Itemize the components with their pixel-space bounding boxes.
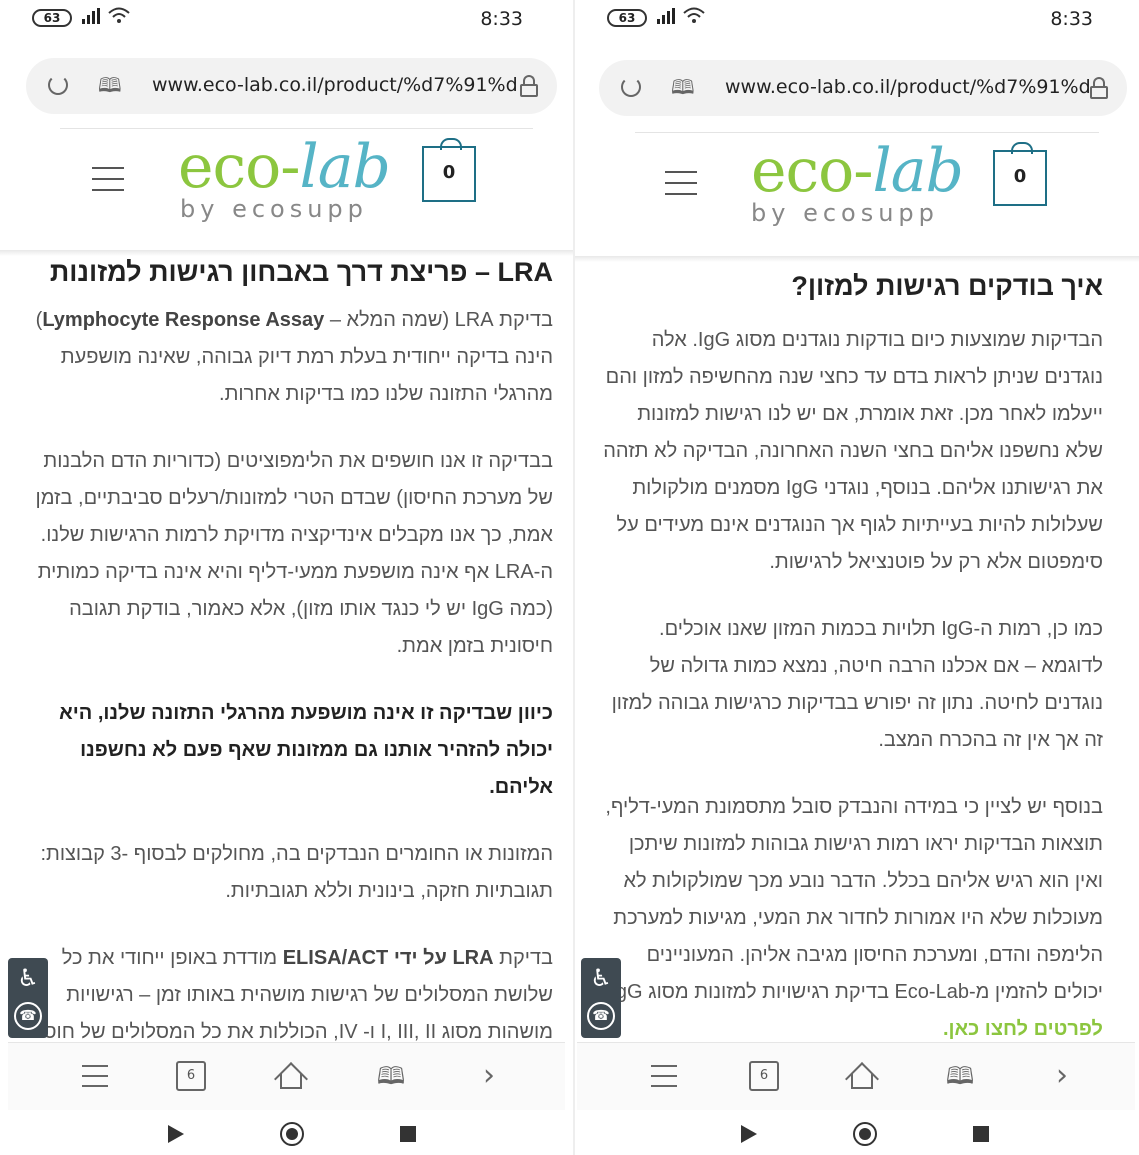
home-icon[interactable] bbox=[845, 1061, 879, 1096]
home-icon[interactable] bbox=[274, 1061, 308, 1096]
whatsapp-icon[interactable]: ☎ bbox=[587, 1002, 615, 1030]
article-heading: LRA – פריצת דרך באבחון רגישות למזונות bbox=[49, 257, 553, 287]
address-bar[interactable]: 🕮 www.eco-lab.co.il/product/%d7%91%d bbox=[599, 60, 1127, 116]
menu-icon[interactable] bbox=[92, 167, 124, 191]
home-button-icon[interactable] bbox=[853, 1122, 877, 1146]
cart-button[interactable]: 0 bbox=[422, 138, 476, 202]
menu-icon[interactable] bbox=[649, 1061, 679, 1091]
signal-icon bbox=[657, 8, 675, 24]
floating-actions: ♿ ☎ bbox=[581, 958, 621, 1038]
bookmarks-icon[interactable]: 🕮 bbox=[376, 1061, 406, 1091]
status-bar: 63 8:33 bbox=[0, 0, 573, 40]
browser-toolbar: 6 🕮 › bbox=[577, 1042, 1135, 1110]
browser-toolbar: 6 🕮 › bbox=[8, 1042, 565, 1110]
reader-mode-icon[interactable]: 🕮 bbox=[98, 75, 122, 95]
site-header: eco-lab by ecosupp 0 bbox=[575, 136, 1139, 254]
bookmarks-icon[interactable]: 🕮 bbox=[945, 1061, 975, 1091]
url-text[interactable]: www.eco-lab.co.il/product/%d7%91%d bbox=[725, 76, 1091, 98]
left-screen: 63 8:33 🕮 www.eco-lab.co.il/product/%d7%… bbox=[0, 0, 573, 1155]
wifi-icon bbox=[683, 7, 705, 23]
right-screen: 63 8:33 🕮 www.eco-lab.co.il/product/%d7%… bbox=[575, 0, 1139, 1155]
clock: 8:33 bbox=[480, 8, 523, 30]
forward-icon[interactable]: › bbox=[1047, 1061, 1077, 1091]
menu-icon[interactable] bbox=[665, 171, 697, 195]
lock-icon[interactable] bbox=[519, 75, 539, 97]
reload-icon[interactable] bbox=[621, 77, 641, 97]
status-bar: 63 8:33 bbox=[575, 0, 1139, 40]
paragraph: כמו כן, רמות ה-IgG תלויות בכמות המזון שא… bbox=[611, 618, 1103, 751]
battery-icon: 63 bbox=[607, 9, 647, 27]
cart-button[interactable]: 0 bbox=[993, 142, 1047, 206]
details-link[interactable]: לפרטים לחצו כאן. bbox=[943, 1018, 1103, 1040]
logo-tagline: by ecosupp bbox=[180, 195, 368, 223]
logo-tagline: by ecosupp bbox=[751, 199, 939, 227]
address-bar[interactable]: 🕮 www.eco-lab.co.il/product/%d7%91%d bbox=[26, 58, 557, 114]
clock: 8:33 bbox=[1050, 8, 1093, 30]
header-shadow bbox=[575, 256, 1139, 262]
home-button-icon[interactable] bbox=[280, 1122, 304, 1146]
divider bbox=[635, 132, 1099, 133]
tabs-button[interactable]: 6 bbox=[176, 1061, 206, 1091]
back-icon[interactable] bbox=[741, 1125, 757, 1143]
url-text[interactable]: www.eco-lab.co.il/product/%d7%91%d bbox=[152, 74, 518, 96]
battery-icon: 63 bbox=[32, 9, 72, 27]
paragraph: בדיקת LRA על ידי ELISA/ACT מודדת באופן י… bbox=[32, 947, 553, 1043]
article-heading: איך בודקים רגישות למזון? bbox=[791, 271, 1103, 301]
signal-icon bbox=[82, 8, 100, 24]
reload-icon[interactable] bbox=[48, 75, 68, 95]
forward-icon[interactable]: › bbox=[474, 1061, 504, 1091]
article-body: איך בודקים רגישות למזון? הבדיקות שמוצעות… bbox=[599, 268, 1103, 1048]
paragraph: בדיקת LRA (שמה המלא – Lymphocyte Respons… bbox=[35, 309, 553, 405]
divider bbox=[60, 128, 533, 129]
system-nav bbox=[575, 1118, 1139, 1155]
paragraph: בבדיקה זו אנו חושפים את הלימפוציטים (כדו… bbox=[35, 450, 553, 546]
reader-mode-icon[interactable]: 🕮 bbox=[671, 77, 695, 97]
recents-icon[interactable] bbox=[400, 1126, 416, 1142]
menu-icon[interactable] bbox=[80, 1061, 110, 1091]
paragraph: בנוסף יש לציין כי במידה והנבדק סובל מתסמ… bbox=[605, 796, 1103, 1040]
paragraph: ה-LRA אף אינה מושפעת ממעי-דליף והיא אינה… bbox=[37, 561, 553, 657]
paragraph: המזונות או החומרים הנבדקים בה, מחולקים ל… bbox=[40, 843, 553, 902]
site-logo[interactable]: eco-lab bbox=[751, 136, 964, 206]
accessibility-icon[interactable]: ♿ bbox=[8, 964, 48, 992]
cart-count: 0 bbox=[1013, 166, 1027, 187]
site-header: eco-lab by ecosupp 0 bbox=[0, 132, 573, 250]
accessibility-icon[interactable]: ♿ bbox=[581, 964, 621, 992]
wifi-icon bbox=[108, 7, 130, 23]
paragraph: הבדיקות שמוצעות כיום בודקות נוגדנים מסוג… bbox=[603, 329, 1103, 573]
recents-icon[interactable] bbox=[973, 1126, 989, 1142]
paragraph-bold: כיוון שבדיקה זו אינה מושפעת מהרגלי התזונ… bbox=[59, 702, 553, 798]
back-icon[interactable] bbox=[168, 1125, 184, 1143]
whatsapp-icon[interactable]: ☎ bbox=[14, 1002, 42, 1030]
floating-actions: ♿ ☎ bbox=[8, 958, 48, 1038]
lock-icon[interactable] bbox=[1089, 77, 1109, 99]
article-body: LRA – פריצת דרך באבחון רגישות למזונות בד… bbox=[20, 254, 553, 1051]
tabs-button[interactable]: 6 bbox=[749, 1061, 779, 1091]
system-nav bbox=[0, 1118, 573, 1155]
site-logo[interactable]: eco-lab bbox=[178, 132, 391, 202]
cart-count: 0 bbox=[442, 162, 456, 183]
